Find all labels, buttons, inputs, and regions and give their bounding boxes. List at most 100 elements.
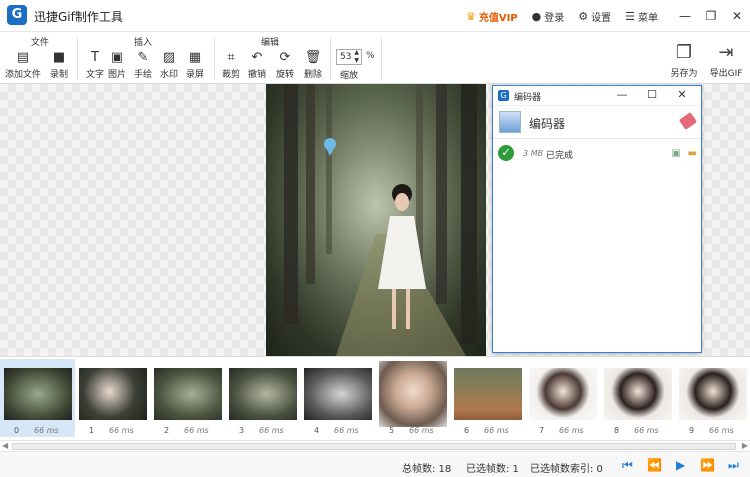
frame-item[interactable]: 0 66 ms bbox=[0, 359, 75, 437]
encoder-minimize-button[interactable]: — bbox=[607, 88, 637, 101]
encoder-item-status: 已完成 bbox=[546, 151, 574, 161]
frame-thumbnail bbox=[529, 368, 597, 420]
record-button[interactable]: ■ 录制 bbox=[42, 50, 76, 80]
frame-thumbnail bbox=[604, 368, 672, 420]
frame-index: 8 bbox=[614, 426, 620, 435]
encoder-item: ✓ 3 MB 已完成 ▣ ▬ bbox=[493, 139, 701, 165]
frame-index: 6 bbox=[464, 426, 470, 435]
minimize-button[interactable]: — bbox=[672, 9, 698, 23]
first-frame-icon[interactable]: ⏮ bbox=[622, 458, 633, 473]
crown-icon: ♛ bbox=[465, 9, 476, 23]
file-group-label: 文件 bbox=[31, 38, 50, 48]
filmstrip-scrollbar[interactable]: ◀ ▶ bbox=[0, 440, 750, 452]
ribbon-toolbar: 文件 ▤ 添加文件 ■ 录制 插入 T 文字 ▣ 图片 ✎ 手绘 ▨ 水印 ▦ 录屏 编辑 ⌗… bbox=[0, 32, 750, 84]
app-title: 迅捷Gif制作工具 bbox=[34, 10, 123, 24]
preview-image bbox=[266, 84, 486, 356]
export-icon: ⇥ bbox=[718, 42, 734, 63]
frame-thumbnail bbox=[154, 368, 222, 420]
save-as-button[interactable]: ❐ 另存为 bbox=[664, 42, 704, 79]
encoder-window-title: 编码器 bbox=[514, 93, 542, 103]
close-button[interactable]: ✕ bbox=[724, 9, 750, 23]
frame-duration: 66 ms bbox=[34, 426, 59, 435]
encoder-title-bar: G 编码器 — ☐ ✕ bbox=[493, 86, 701, 106]
scroll-right-icon[interactable]: ▶ bbox=[742, 441, 748, 450]
frame-index: 9 bbox=[689, 426, 695, 435]
title-bar: G 迅捷Gif制作工具 ♛ 充值VIP ● 登录 ⚙ 设置 ☰ 菜单 — ❐ ✕ bbox=[0, 0, 750, 32]
last-frame-icon[interactable]: ⏭ bbox=[728, 458, 739, 473]
menu-button[interactable]: ☰ 菜单 bbox=[625, 9, 658, 24]
previous-frame-icon[interactable]: ⏪ bbox=[647, 458, 662, 472]
film-icon: ▦ bbox=[188, 50, 202, 65]
frame-index: 3 bbox=[239, 426, 245, 435]
encoder-window[interactable]: G 编码器 — ☐ ✕ 编码器 ✓ 3 MB 已完成 ▣ ▬ bbox=[492, 85, 702, 353]
frame-index: 7 bbox=[539, 426, 545, 435]
spinner-arrows-icon[interactable]: ▲ ▼ bbox=[354, 49, 359, 65]
encoder-heading: 编码器 bbox=[529, 117, 566, 131]
settings-button[interactable]: ⚙ 设置 bbox=[578, 9, 611, 24]
frame-thumbnail bbox=[229, 368, 297, 420]
open-image-icon[interactable]: ▣ bbox=[672, 148, 681, 159]
export-gif-button[interactable]: ⇥ 导出GIF bbox=[706, 42, 746, 79]
document-icon: ▤ bbox=[16, 50, 30, 65]
filmstrip: 0 66 ms 1 66 ms 2 66 ms 3 66 ms 4 66 ms … bbox=[0, 356, 750, 452]
selected-index-text: 已选帧数索引: 0 bbox=[530, 464, 603, 475]
delete-button[interactable]: 🗑 删除 bbox=[296, 50, 330, 80]
frame-item[interactable]: 8 66 ms bbox=[600, 359, 675, 437]
scrollbar-thumb[interactable] bbox=[12, 443, 736, 450]
frame-item[interactable]: 5 66 ms bbox=[375, 359, 450, 437]
selected-frames-text: 已选帧数: 1 bbox=[466, 464, 519, 475]
user-icon: ● bbox=[531, 9, 542, 23]
total-frames-text: 总帧数: 18 bbox=[402, 464, 452, 475]
hamburger-icon: ☰ bbox=[625, 9, 635, 23]
edit-group-label: 编辑 bbox=[261, 38, 280, 48]
toolbar-divider bbox=[381, 38, 382, 80]
frame-item[interactable]: 1 66 ms bbox=[75, 359, 150, 437]
checkmark-icon: ✓ bbox=[498, 145, 514, 161]
zoom-input[interactable]: 53 ▲ ▼ bbox=[336, 49, 362, 65]
trash-icon: 🗑 bbox=[304, 50, 322, 65]
frame-item[interactable]: 9 66 ms bbox=[675, 359, 750, 437]
frame-duration: 66 ms bbox=[709, 426, 734, 435]
frame-thumbnail bbox=[79, 368, 147, 420]
encoder-maximize-button[interactable]: ☐ bbox=[637, 88, 667, 101]
frame-duration: 66 ms bbox=[259, 426, 284, 435]
frame-index: 1 bbox=[89, 426, 95, 435]
eraser-icon[interactable] bbox=[678, 112, 698, 130]
frame-thumbnail bbox=[379, 361, 447, 427]
zoom-label: 缩放 bbox=[340, 71, 359, 81]
toolbar-divider bbox=[330, 38, 331, 80]
frame-duration: 66 ms bbox=[184, 426, 209, 435]
encoder-close-button[interactable]: ✕ bbox=[667, 88, 697, 101]
insert-group: 插入 T 文字 ▣ 图片 ✎ 手绘 ▨ 水印 ▦ 录屏 bbox=[78, 32, 214, 84]
file-group: 文件 ▤ 添加文件 ■ 录制 bbox=[0, 32, 78, 84]
folder-icon[interactable]: ▬ bbox=[688, 148, 697, 159]
frame-item[interactable]: 6 66 ms bbox=[450, 359, 525, 437]
frame-thumbnail bbox=[454, 368, 522, 420]
gear-icon: ⚙ bbox=[578, 9, 589, 23]
frame-item[interactable]: 7 66 ms bbox=[525, 359, 600, 437]
vip-button[interactable]: ♛ 充值VIP bbox=[466, 9, 518, 24]
stack-icon: ❐ bbox=[675, 42, 693, 63]
encoder-item-size: 3 MB bbox=[523, 149, 544, 158]
play-icon[interactable]: ▶ bbox=[676, 458, 685, 472]
maximize-button[interactable]: ❐ bbox=[698, 9, 724, 23]
insert-group-label: 插入 bbox=[134, 38, 153, 48]
frame-index: 5 bbox=[389, 426, 395, 435]
frame-index: 2 bbox=[164, 426, 170, 435]
frame-item[interactable]: 2 66 ms bbox=[150, 359, 225, 437]
frame-item[interactable]: 4 66 ms bbox=[300, 359, 375, 437]
frame-duration: 66 ms bbox=[109, 426, 134, 435]
preview-photo-graphic bbox=[266, 84, 486, 356]
status-bar: 总帧数: 18 已选帧数: 1 已选帧数索引: 0 ⏮ ⏪ ▶ ⏩ ⏭ bbox=[0, 452, 750, 477]
frame-duration: 66 ms bbox=[334, 426, 359, 435]
frame-index: 0 bbox=[14, 426, 20, 435]
next-frame-icon[interactable]: ⏩ bbox=[700, 458, 715, 472]
scroll-left-icon[interactable]: ◀ bbox=[2, 441, 8, 450]
login-button[interactable]: ● 登录 bbox=[532, 9, 565, 24]
app-logo-icon: G bbox=[7, 5, 27, 25]
app-logo-icon: G bbox=[498, 90, 509, 101]
add-file-button[interactable]: ▤ 添加文件 bbox=[4, 50, 42, 80]
frame-thumbnail bbox=[4, 368, 72, 420]
frame-item[interactable]: 3 66 ms bbox=[225, 359, 300, 437]
screen-record-button[interactable]: ▦ 录屏 bbox=[178, 50, 212, 80]
